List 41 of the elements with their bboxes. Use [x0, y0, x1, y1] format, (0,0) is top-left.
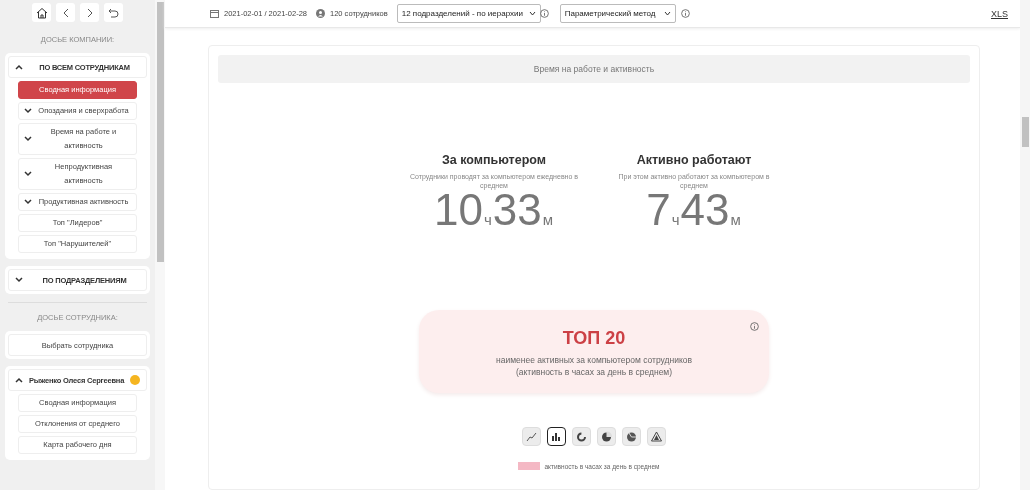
panel-header: Время на работе и активность — [218, 55, 970, 83]
chevron-right-icon — [86, 7, 93, 18]
xls-link[interactable]: XLS — [991, 8, 1008, 19]
chevron-icon — [15, 64, 23, 70]
donut-chart-icon — [575, 430, 588, 443]
radar-chart-icon — [650, 430, 663, 443]
stat-title: Активно работают — [636, 153, 752, 167]
home-icon — [35, 6, 48, 19]
info-icon[interactable] — [680, 9, 690, 18]
chevron-down-icon — [663, 11, 671, 16]
stat-title: За компьютером — [441, 153, 547, 167]
info-icon[interactable] — [539, 9, 549, 18]
method-select[interactable]: Параметрический метод — [559, 4, 676, 23]
back-button[interactable] — [56, 3, 75, 22]
user-icon — [316, 9, 325, 18]
undo-button[interactable] — [104, 3, 123, 22]
bar-chart-icon — [550, 430, 563, 443]
calendar-icon — [210, 9, 219, 18]
chevron-left-icon — [62, 7, 69, 18]
undo-icon — [108, 7, 119, 18]
info-icon[interactable] — [750, 322, 759, 331]
forward-button[interactable] — [80, 3, 99, 22]
unit-label: ч — [671, 211, 680, 228]
unit-label: м — [542, 211, 553, 228]
line-chart-icon — [525, 430, 538, 443]
chart-type-button[interactable] — [547, 427, 566, 446]
stat-value: 33 — [492, 188, 542, 232]
stat-value: 10 — [433, 188, 483, 232]
stat-value: 7 — [646, 188, 671, 232]
status-badge — [130, 375, 141, 385]
unit-label: м — [730, 211, 741, 228]
polar-chart-icon — [625, 430, 638, 443]
top-caption: наименее активных за компьютером сотрудников (активность в часах за день в среднем) — [496, 354, 692, 378]
chevron-down-icon — [528, 11, 536, 16]
home-button[interactable] — [32, 3, 51, 22]
top-title: ТОП 20 — [562, 328, 626, 349]
department-select[interactable]: 12 подразделений - по иерархии — [396, 4, 541, 23]
chevron-icon — [15, 277, 23, 283]
pie-chart-icon — [600, 430, 613, 443]
unit-label: ч — [483, 211, 492, 228]
chevron-icon — [15, 377, 23, 383]
